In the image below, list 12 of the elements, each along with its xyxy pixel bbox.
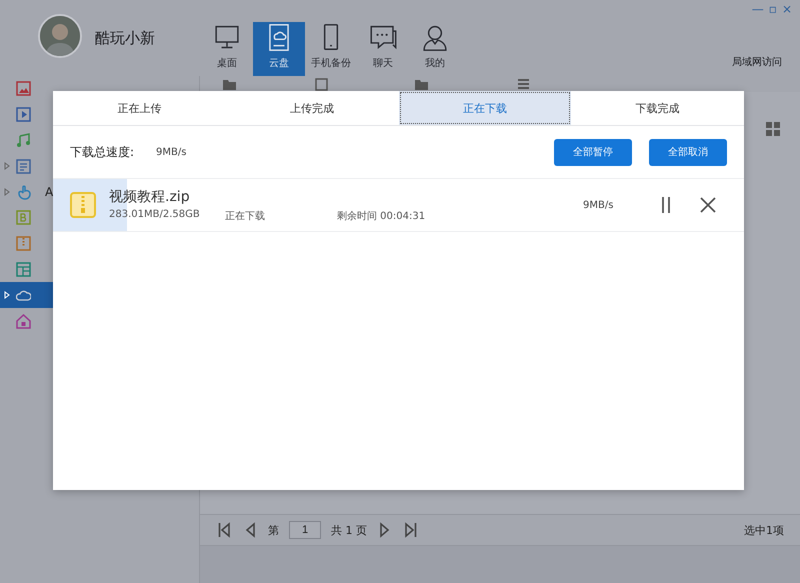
file-size: 283.01MB/2.58GB — [109, 208, 201, 222]
download-status: 正在下载 — [225, 210, 266, 222]
page-label: 第 — [268, 522, 279, 538]
user-name: 酷玩小新 — [95, 29, 156, 48]
remaining-time: 剩余时间 00:04:31 — [337, 210, 426, 222]
sidebar-label: A — [45, 185, 54, 200]
speed-label: 下载总速度: — [70, 144, 134, 160]
file-name: 视频教程.zip — [109, 188, 191, 206]
page-total: 共 1 页 — [331, 522, 367, 538]
selection-count: 选中1项 — [744, 522, 784, 538]
download-speed: 9MB/s — [583, 200, 614, 210]
total-speed: 9MB/s — [156, 146, 186, 158]
